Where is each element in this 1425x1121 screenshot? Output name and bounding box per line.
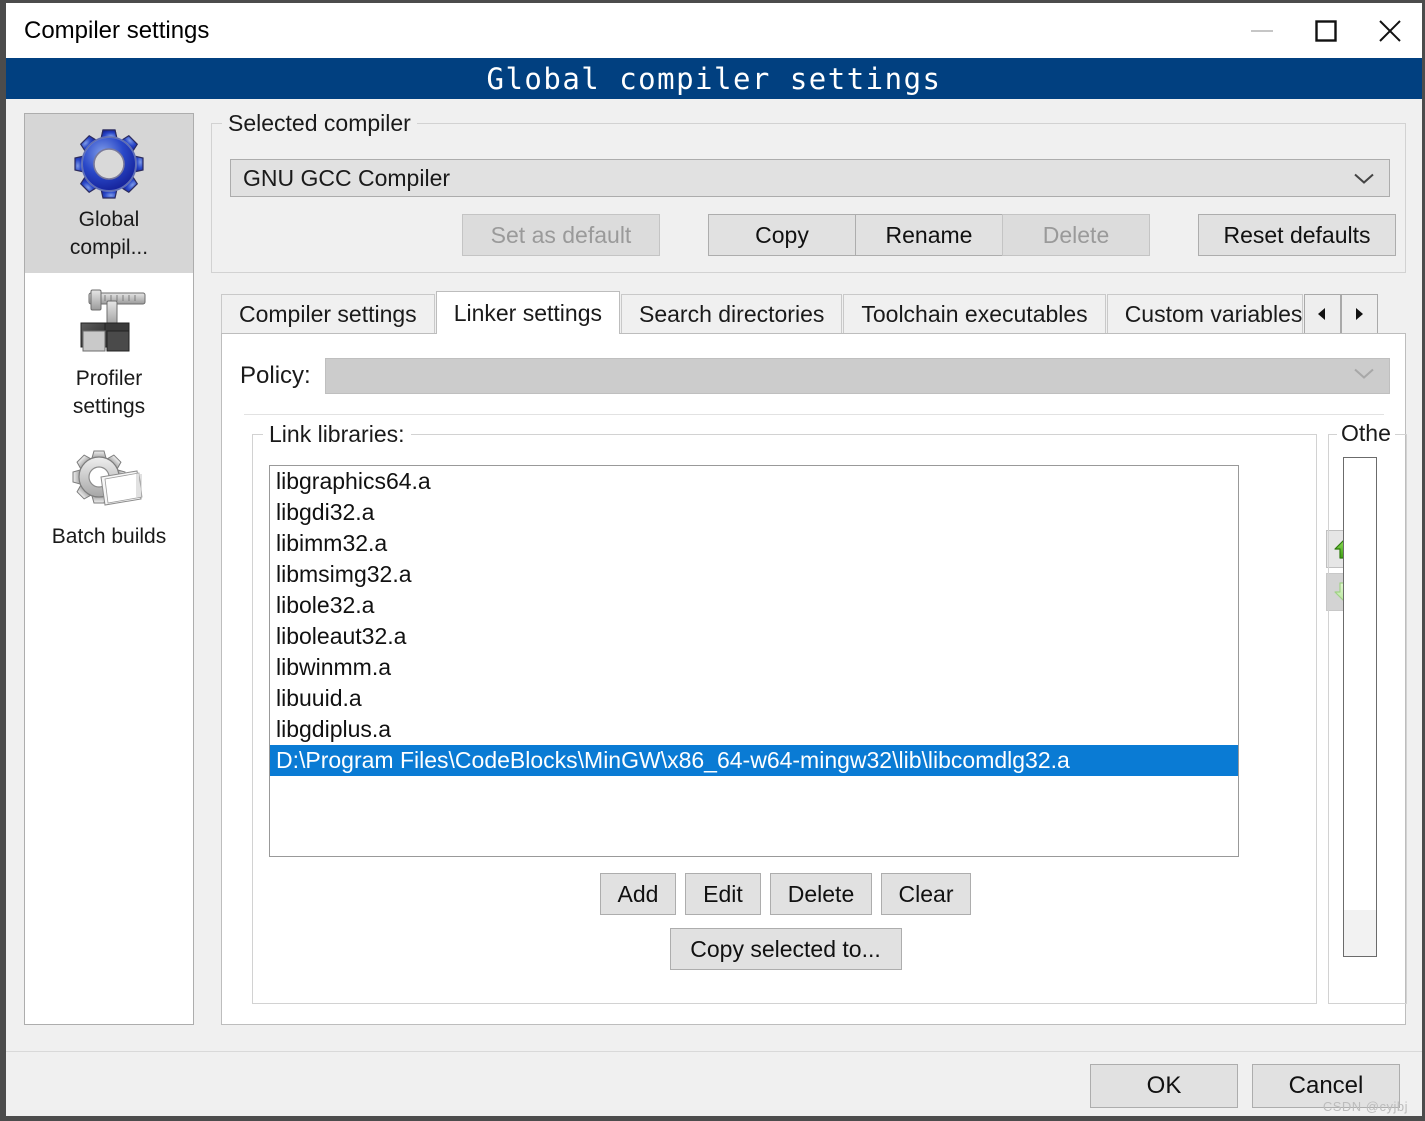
sidebar-item-profiler-settings[interactable]: Profiler settings: [25, 273, 193, 432]
list-item[interactable]: libwinmm.a: [270, 652, 1238, 683]
other-options-list[interactable]: [1343, 457, 1377, 957]
chevron-left-icon: [1318, 308, 1326, 320]
page-header: Global compiler settings: [6, 58, 1422, 99]
maximize-icon: [1315, 19, 1337, 42]
delete-compiler-button[interactable]: Delete: [1002, 214, 1150, 256]
delete-button[interactable]: Delete: [770, 873, 872, 915]
copy-selected-to-button[interactable]: Copy selected to...: [669, 928, 902, 970]
tab-linker-settings[interactable]: Linker settings: [435, 291, 620, 334]
policy-select[interactable]: [324, 358, 1390, 394]
link-libraries-group: Link libraries: libgraphics64.a libgdi32…: [252, 421, 1318, 1004]
add-button[interactable]: Add: [600, 873, 676, 915]
sidebar-label-line1: Global: [78, 208, 140, 231]
tab-compiler-settings[interactable]: Compiler settings: [221, 294, 435, 334]
title-bar: Compiler settings: [6, 3, 1422, 58]
chevron-down-icon: [1353, 367, 1375, 386]
minimize-icon: [1251, 29, 1273, 32]
compiler-select-value: GNU GCC Compiler: [243, 164, 451, 191]
reset-defaults-button[interactable]: Reset defaults: [1198, 214, 1396, 256]
sidebar-label-line2: settings: [72, 395, 146, 419]
sidebar-item-label: Batch builds: [51, 525, 167, 549]
other-options-group: Othe: [1328, 420, 1407, 1004]
list-item[interactable]: libole32.a: [270, 590, 1238, 621]
panel-divider: [244, 414, 1384, 415]
list-item[interactable]: libimm32.a: [270, 528, 1238, 559]
list-item[interactable]: libgdi32.a: [270, 497, 1238, 528]
watermark: CSDN @cyjbj: [1322, 1099, 1408, 1114]
tab-scroll-left-button[interactable]: [1303, 294, 1341, 334]
sidebar-item-global-compiler[interactable]: Global compil...: [25, 114, 193, 273]
link-libraries-buttons: Add Edit Delete Clear: [253, 873, 1318, 915]
tab-toolchain-executables[interactable]: Toolchain executables: [843, 294, 1106, 334]
list-item[interactable]: libuuid.a: [270, 683, 1238, 714]
other-options-group-title: Othe: [1337, 420, 1395, 447]
blue-gear-icon: [74, 129, 144, 199]
tab-search-directories[interactable]: Search directories: [621, 294, 843, 334]
selected-compiler-group-title: Selected compiler: [222, 110, 417, 137]
edit-button[interactable]: Edit: [685, 873, 761, 915]
chevron-right-icon: [1356, 308, 1364, 320]
link-libraries-list[interactable]: libgraphics64.a libgdi32.a libimm32.a li…: [269, 465, 1239, 857]
copy-selected-row: Copy selected to...: [253, 928, 1318, 970]
settings-panel: Selected compiler GNU GCC Compiler Set a…: [211, 110, 1407, 1025]
linker-settings-panel: Policy: Link libraries: libgraphics64.a: [221, 333, 1407, 1025]
compiler-action-buttons: Set as default Copy Rename Delete Reset …: [212, 214, 1407, 256]
list-item[interactable]: libmsimg32.a: [270, 559, 1238, 590]
sidebar-item-label: Global compil...: [70, 206, 148, 263]
page-title: Global compiler settings: [486, 61, 942, 96]
close-icon: [1379, 19, 1401, 42]
sidebar-item-batch-builds[interactable]: Batch builds: [25, 431, 193, 561]
list-item[interactable]: libgdiplus.a: [270, 714, 1238, 745]
list-item-selected[interactable]: D:\Program Files\CodeBlocks\MinGW\x86_64…: [270, 745, 1238, 776]
list-item[interactable]: libgraphics64.a: [270, 466, 1238, 497]
sidebar: Global compil... Profiler settings Batch…: [24, 113, 194, 1025]
other-options-list-footer: [1344, 910, 1376, 956]
compiler-select[interactable]: GNU GCC Compiler: [230, 159, 1390, 197]
sidebar-label-line1: Profiler: [75, 366, 143, 390]
compiler-settings-window: Compiler settings Global compiler settin…: [0, 0, 1425, 1121]
minimize-button[interactable]: [1230, 3, 1294, 58]
chevron-down-icon: [1353, 165, 1375, 192]
link-libraries-group-title: Link libraries:: [263, 421, 411, 448]
policy-row: Policy:: [240, 358, 1390, 394]
copy-button[interactable]: Copy: [708, 214, 856, 256]
settings-tabs: Compiler settings Linker settings Search…: [221, 291, 1406, 334]
tab-scroll-buttons: [1303, 294, 1378, 334]
tab-custom-variables[interactable]: Custom variables: [1106, 294, 1303, 334]
dialog-body: Global compil... Profiler settings Batch…: [6, 99, 1422, 1051]
clear-button[interactable]: Clear: [881, 873, 971, 915]
close-button[interactable]: [1358, 3, 1422, 58]
dialog-footer: OK Cancel CSDN @cyjbj: [6, 1051, 1422, 1116]
maximize-button[interactable]: [1294, 3, 1358, 58]
sidebar-label-line2: compil...: [69, 236, 149, 260]
policy-label: Policy:: [240, 362, 311, 389]
selected-compiler-group: Selected compiler GNU GCC Compiler Set a…: [211, 110, 1407, 273]
rename-button[interactable]: Rename: [855, 214, 1003, 256]
gear-pages-icon: [72, 450, 143, 506]
list-item[interactable]: liboleaut32.a: [270, 621, 1238, 652]
window-title: Compiler settings: [24, 16, 210, 44]
window-controls: [1230, 3, 1422, 58]
set-as-default-button[interactable]: Set as default: [462, 214, 660, 256]
sidebar-item-label: Profiler settings: [73, 365, 145, 422]
ok-button[interactable]: OK: [1090, 1064, 1238, 1108]
tab-scroll-right-button[interactable]: [1340, 294, 1378, 334]
caliper-blocks-icon: [80, 289, 146, 352]
